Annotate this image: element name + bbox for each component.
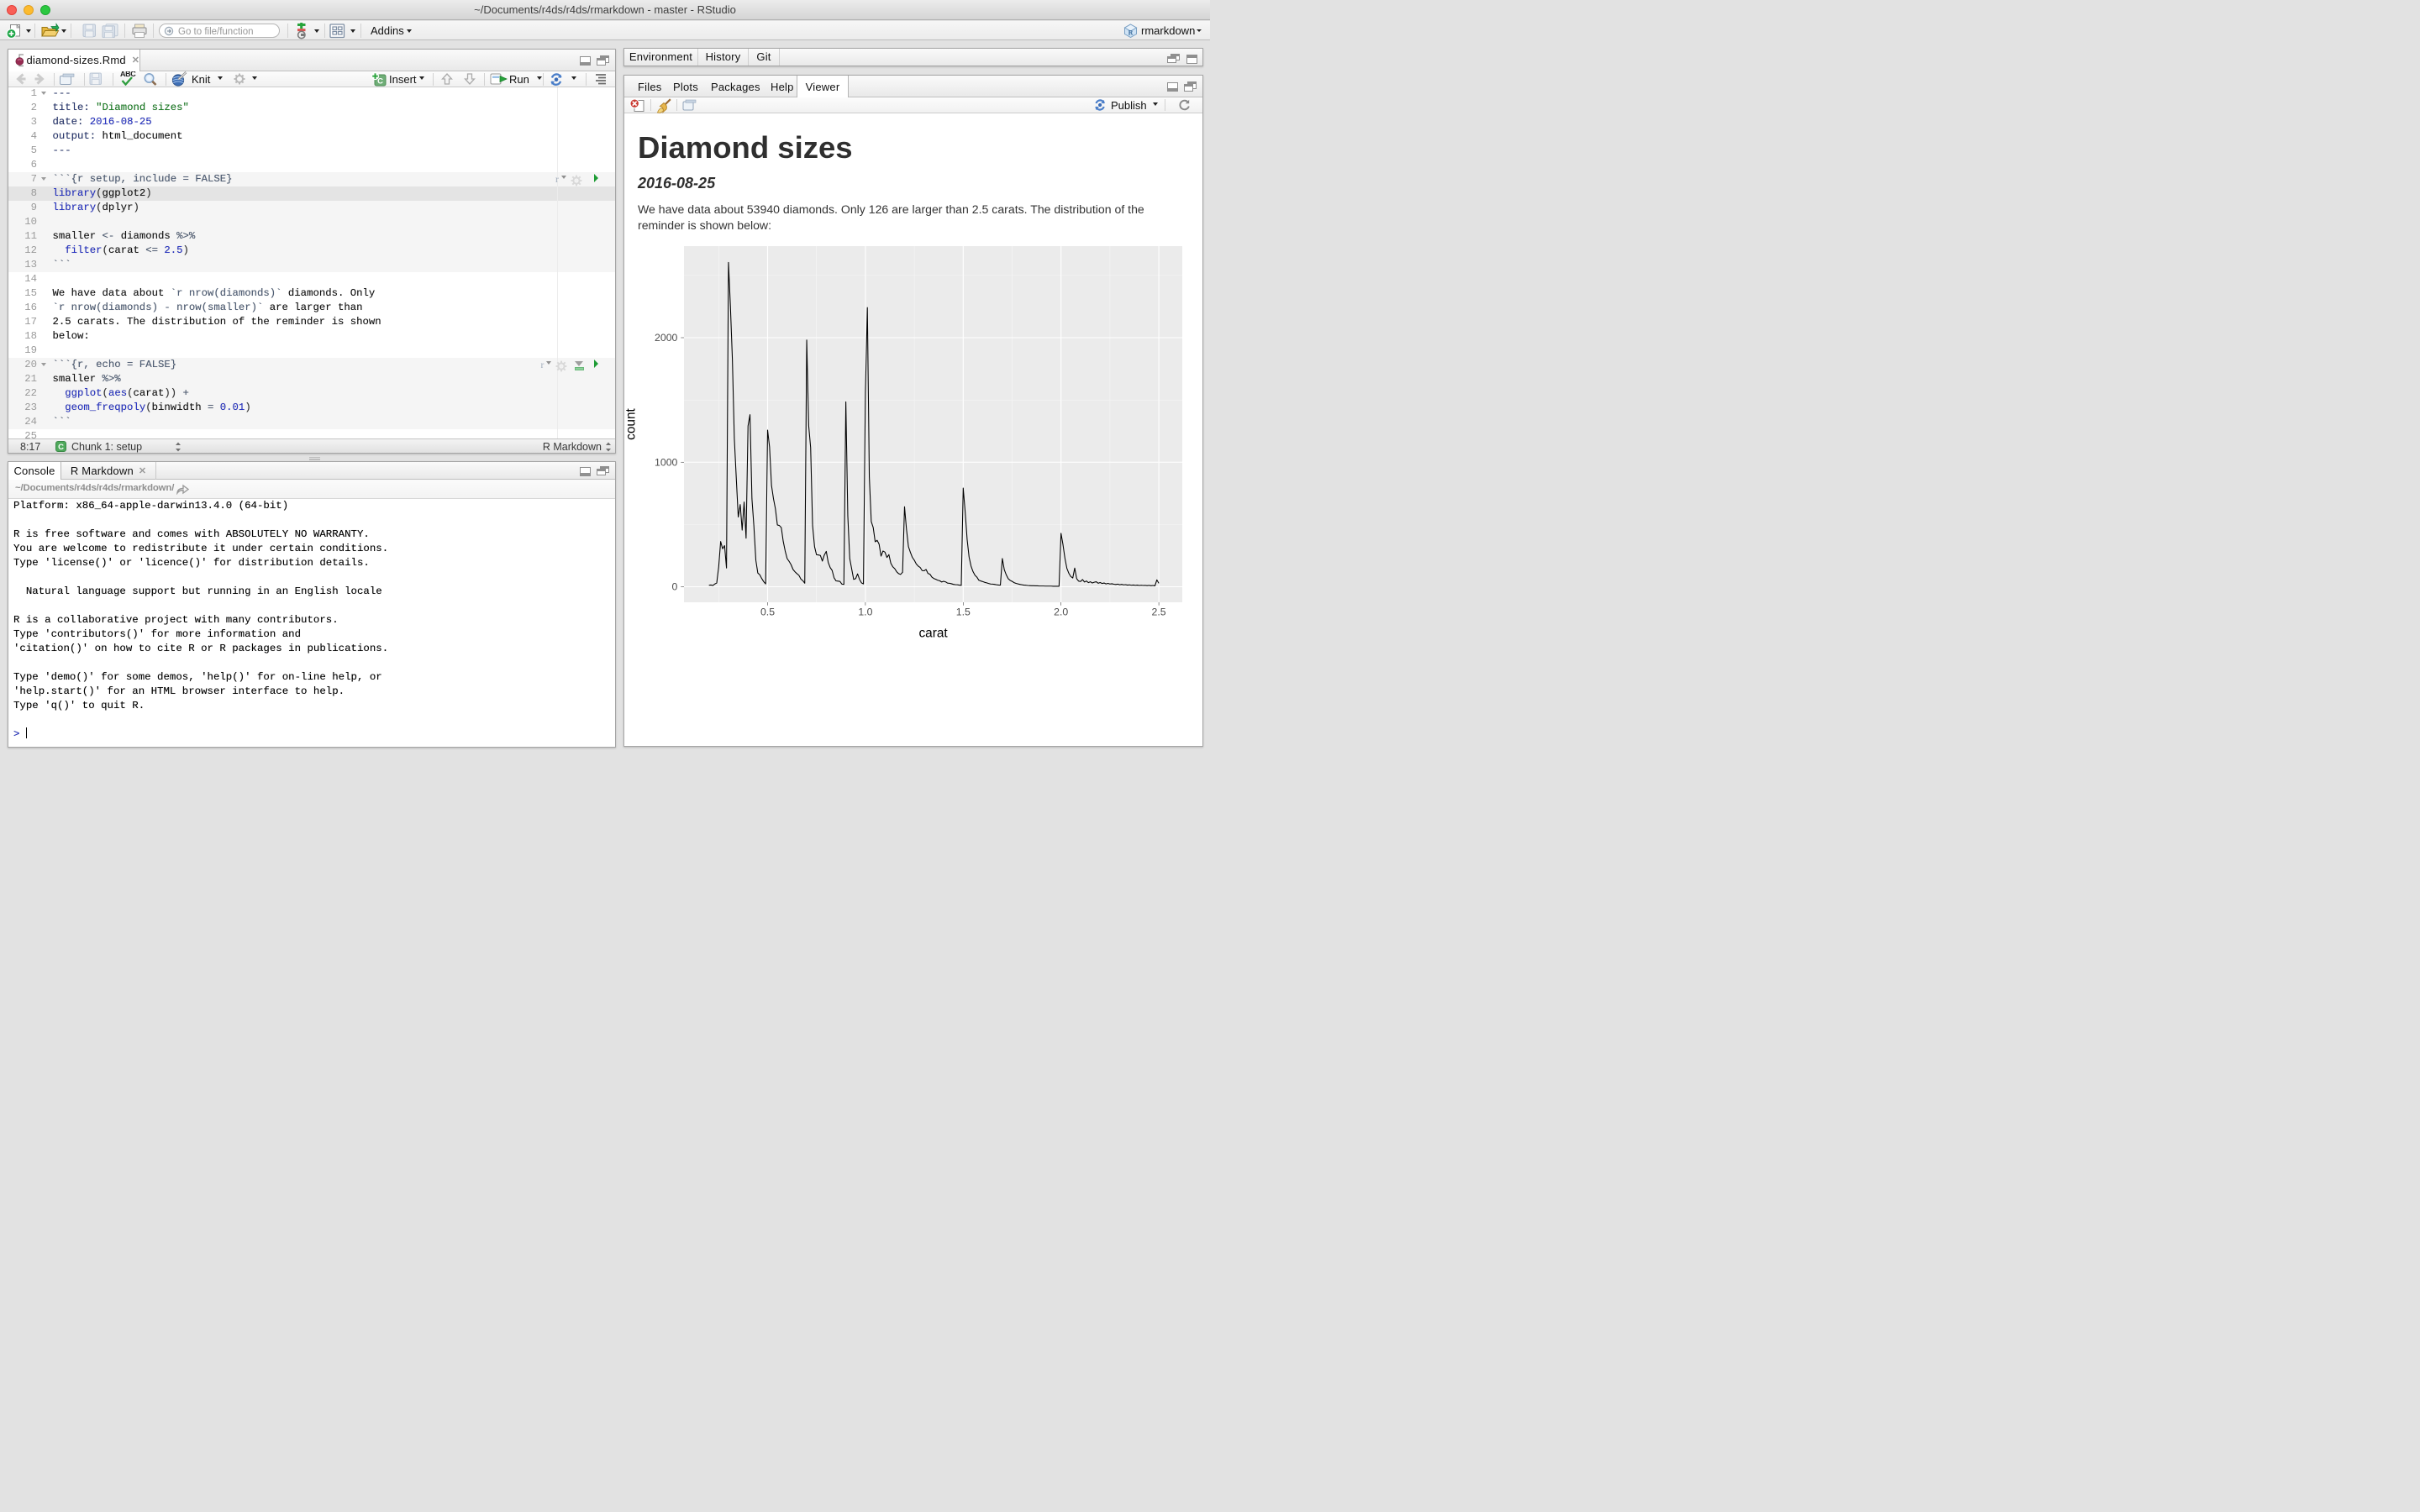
svg-text:0: 0 xyxy=(672,580,678,592)
svg-text:C: C xyxy=(58,443,64,452)
svg-text:count: count xyxy=(624,407,639,439)
svg-text:2.5: 2.5 xyxy=(1152,606,1166,617)
svg-text:2.0: 2.0 xyxy=(1054,606,1068,617)
svg-text:1.0: 1.0 xyxy=(858,606,872,617)
svg-text:1.5: 1.5 xyxy=(956,606,971,617)
svg-text:0.5: 0.5 xyxy=(760,606,775,617)
svg-text:1000: 1000 xyxy=(655,456,678,468)
svg-text:2000: 2000 xyxy=(655,332,678,344)
svg-text:carat: carat xyxy=(918,626,948,640)
svg-text:R: R xyxy=(1128,29,1134,37)
